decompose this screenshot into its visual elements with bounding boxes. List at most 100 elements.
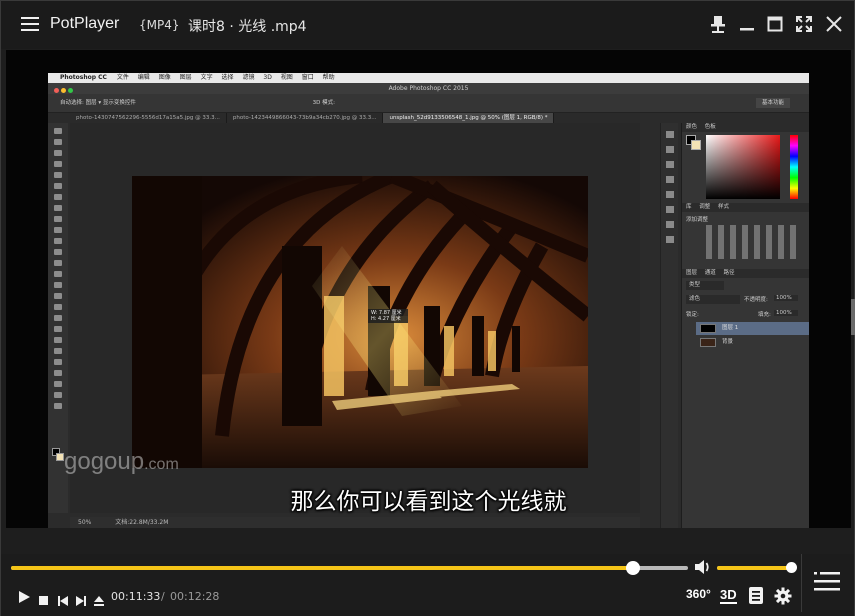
ps-3d-mode: 3D 模式: — [312, 100, 335, 106]
fullscreen-button[interactable] — [794, 14, 814, 34]
ps-menu-item: 视图 — [280, 74, 293, 81]
close-icon — [826, 16, 842, 32]
eject-button[interactable] — [94, 591, 104, 610]
watermark-main: gogoup — [64, 448, 145, 475]
subtitle-button[interactable] — [749, 587, 763, 608]
main-menu-button[interactable] — [21, 17, 39, 31]
ps-document-tabs: photo-1430747562296-5556d17a15a5.jpg @ 3… — [70, 113, 640, 123]
vr-360-button[interactable]: 360° — [686, 587, 711, 601]
stop-button[interactable] — [39, 591, 49, 610]
lock-label: 锁定: — [686, 312, 699, 318]
volume-handle[interactable] — [786, 562, 797, 573]
adjust-title: 添加调整 — [686, 217, 709, 223]
pin-icon — [711, 16, 725, 33]
ps-menu-item: 文字 — [200, 74, 213, 81]
ps-menubar: Photoshop CC 文件 编辑 图像 图层 文字 选择 滤镜 3D 视图 … — [48, 73, 809, 83]
ps-zoom: 50% — [78, 519, 92, 526]
layer-row-selected: 图层 1 — [696, 322, 809, 335]
playlist-icon — [814, 572, 840, 591]
measure-height: H: 4.27 厘米 — [371, 316, 401, 322]
adjust-icons — [706, 225, 796, 259]
ps-status-bar: 50% 文档:22.8M/33.2M — [70, 517, 640, 528]
fill-label: 填充: — [758, 312, 771, 318]
layer-thumbnail — [700, 338, 716, 347]
ps-doc-tab: photo-1423449866043-73b9a34cb270.jpg @ 3… — [227, 113, 384, 123]
panel-tab: 样式 — [718, 204, 730, 210]
panel-tab: 路径 — [723, 270, 735, 276]
panel-tab: 通道 — [704, 270, 716, 276]
pin-on-top-button[interactable] — [708, 14, 728, 34]
ps-menu-item: 窗口 — [301, 74, 314, 81]
current-time: 00:11:33 — [111, 590, 161, 603]
ps-menu-item: 图层 — [179, 74, 192, 81]
title-bar: PotPlayer {MP4} 课时8 · 光线 .mp4 — [1, 1, 854, 49]
format-tag: {MP4} — [139, 18, 180, 32]
panel-tab: 色板 — [704, 124, 716, 130]
ps-menu-item: 文件 — [116, 74, 129, 81]
ps-menu-item: 选择 — [221, 74, 234, 81]
subtitle-text: 那么你可以看到这个光线就 — [290, 489, 567, 515]
seek-handle[interactable] — [626, 561, 641, 575]
panel-tab: 调整 — [699, 204, 711, 210]
ps-window-title: Adobe Photoshop CC 2015 — [48, 83, 809, 94]
layer-kind-text: 类型 — [689, 282, 701, 288]
next-button[interactable] — [76, 591, 86, 610]
ps-menu-item: 帮助 — [322, 74, 335, 81]
opacity-label: 不透明度: — [744, 297, 768, 303]
time-separator: / — [161, 590, 165, 603]
bg-swatch — [691, 140, 701, 150]
layer-row: 背景 — [696, 336, 809, 349]
previous-button[interactable] — [58, 591, 68, 610]
ps-options-text: 自动选择: 图层 ▾ 显示变换控件 — [60, 100, 136, 106]
watermark-suffix: .com — [144, 456, 179, 473]
settings-button[interactable] — [774, 587, 792, 609]
panel-tab: 颜色 — [686, 124, 698, 130]
watermark: gogoup.com — [64, 448, 179, 476]
panel-tab: 库 — [686, 204, 692, 210]
playlist-button[interactable] — [801, 554, 851, 612]
ps-photo-canvas: W: 7.87 厘米 H: 4.27 厘米 — [132, 176, 588, 468]
ps-menu-item: 图像 — [158, 74, 171, 81]
background-color-swatch — [56, 453, 64, 461]
volume-level — [717, 566, 791, 570]
hue-slider — [790, 135, 798, 199]
maximize-button[interactable] — [765, 14, 785, 34]
ps-doc-size: 文档:22.8M/33.2M — [115, 519, 169, 526]
opacity-value: 100% — [774, 295, 798, 301]
total-time: 00:12:28 — [170, 590, 220, 603]
seek-bar[interactable] — [11, 561, 688, 575]
ps-menu-item: 3D — [263, 74, 272, 81]
ps-panel-strip — [660, 123, 678, 528]
play-button[interactable] — [17, 589, 31, 608]
panel-tab: 图层 — [686, 270, 698, 276]
maximize-icon — [767, 16, 783, 32]
ps-menu-item: 滤镜 — [242, 74, 255, 81]
volume-slider[interactable] — [717, 562, 797, 573]
layer-name: 图层 1 — [722, 325, 739, 331]
layers-panel-tabs: 图层 通道 路径 — [682, 269, 809, 278]
fullscreen-icon — [796, 16, 812, 32]
blend-mode-select: 滤色 — [686, 295, 740, 304]
ps-right-panels: 颜色 色板 库 调整 样式 添加调整 图层 通道 路径 类型 滤色 不透明度: … — [681, 123, 809, 528]
eject-icon — [94, 596, 104, 606]
close-button[interactable] — [824, 14, 844, 34]
file-name: 课时8 · 光线 .mp4 — [188, 19, 307, 35]
app-name: PotPlayer — [50, 15, 120, 32]
volume-button[interactable] — [693, 558, 711, 576]
layer-kind-filter: 类型 — [686, 281, 724, 290]
blend-mode-text: 滤色 — [689, 296, 701, 302]
ps-menu-item: 编辑 — [137, 74, 150, 81]
color-picker-field — [706, 135, 780, 199]
ps-measure-tooltip: W: 7.87 厘米 H: 4.27 厘米 — [368, 309, 408, 323]
document-icon — [749, 587, 763, 604]
potplayer-window: PotPlayer {MP4} 课时8 · 光线 .mp4 Photoshop … — [0, 0, 855, 616]
side-panel-handle[interactable] — [851, 299, 855, 335]
color-panel-tabs: 颜色 色板 — [682, 123, 809, 132]
arched-hall-photo — [132, 176, 588, 468]
layer-name: 背景 — [722, 339, 734, 345]
minimize-button[interactable] — [737, 14, 757, 34]
video-area[interactable]: Photoshop CC 文件 编辑 图像 图层 文字 选择 滤镜 3D 视图 … — [6, 50, 851, 528]
ps-app-menu: Photoshop CC — [60, 74, 107, 81]
3d-button[interactable]: 3D — [720, 587, 737, 604]
skip-next-icon — [76, 596, 86, 606]
